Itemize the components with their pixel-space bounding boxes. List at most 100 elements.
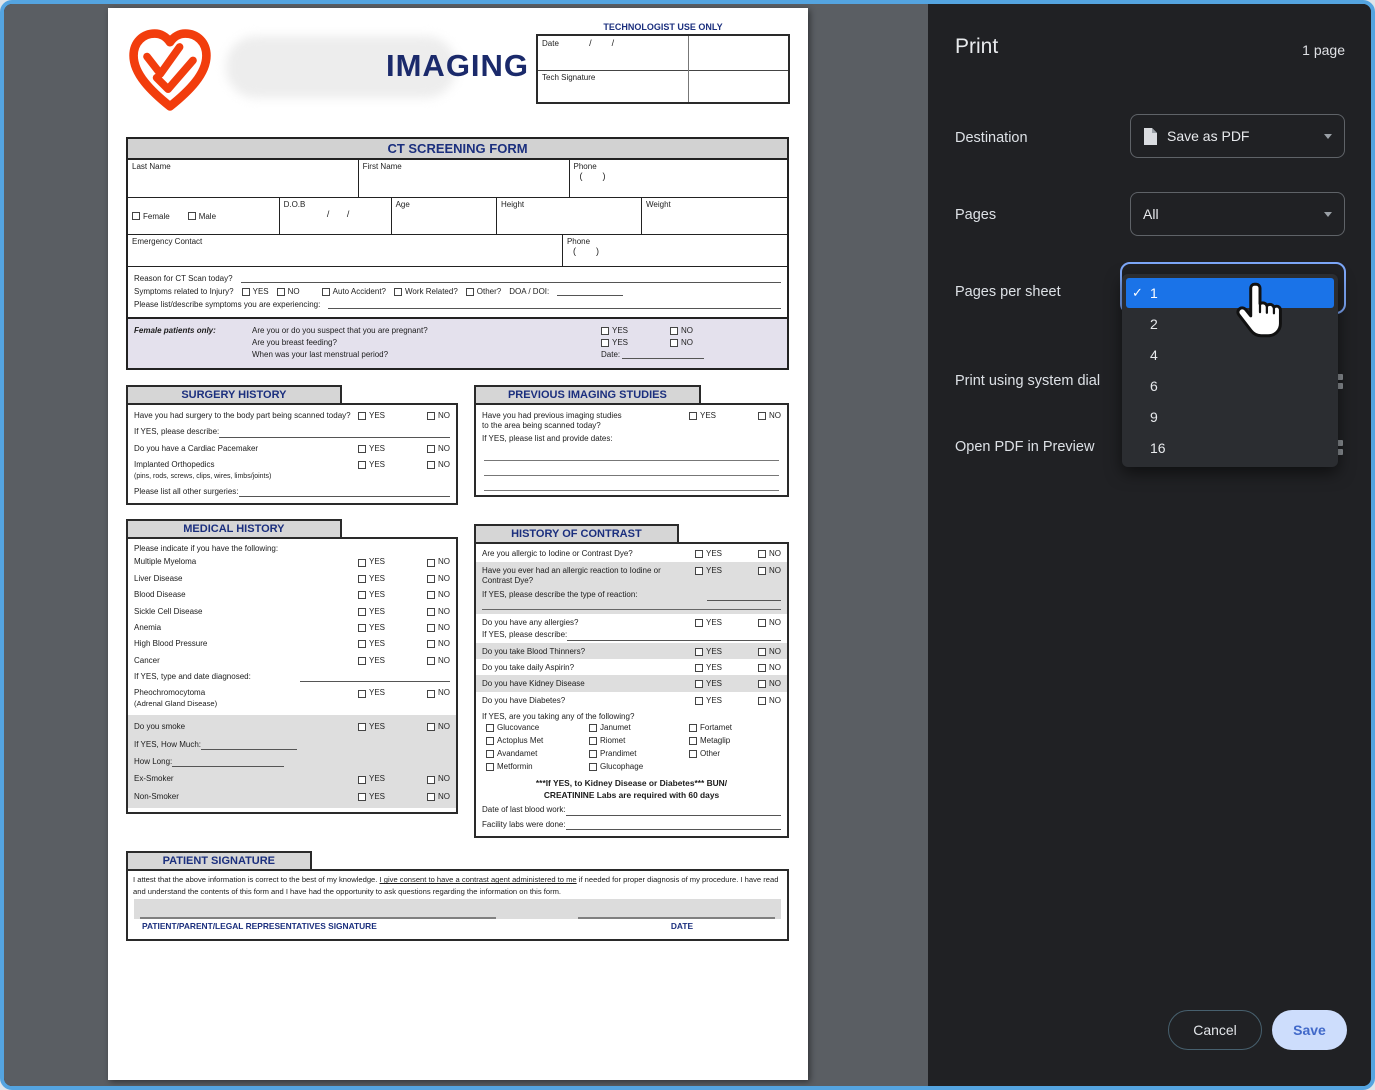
checkbox-label: YES [700,411,716,421]
checkbox-yes: YES [358,607,385,617]
yes-no-checkboxes: YES NO [358,574,450,584]
checkbox-icon [670,327,678,335]
emergency-contact-field: Emergency Contact [132,237,558,246]
print-dialog: Print 1 page Destination Save as PDF Pag… [928,4,1371,1086]
checkbox-icon [358,559,366,567]
checkbox-label: NO [438,774,450,784]
checkbox-label: YES [612,326,628,335]
describe-label: If YES, please describe: [134,427,219,437]
checkbox-icon [758,680,766,688]
checkbox-label: NO [438,574,450,584]
system-dialog-label: Print using system dial [955,373,1100,389]
checkbox-no: NO [670,338,693,347]
blank-line [707,593,781,601]
checkbox-label: YES [706,696,722,706]
condition-label: Anemia [134,623,358,633]
medical-history-title: MEDICAL HISTORY [126,519,342,537]
checkbox-label: NO [769,549,781,559]
checkbox-yes: YES [601,338,628,347]
checkbox-no: NO [427,722,450,732]
previous-imaging-title: PREVIOUS IMAGING STUDIES [474,385,701,403]
medication-label: Avandamet [497,749,537,758]
checkbox-icon [758,697,766,705]
menu-option-1[interactable]: ✓1 [1126,278,1334,308]
checkbox-icon [358,793,366,801]
yes-no-checkboxes: YES NO [695,566,781,576]
phone-parentheses: ( ) [580,171,783,181]
checkbox-icon [486,750,494,758]
labs-warning-line2: CREATININE Labs are required with 60 day… [476,789,787,801]
checkbox-label: NO [288,287,300,296]
checkbox-icon [589,724,597,732]
menu-option-4[interactable]: 4 [1122,339,1338,370]
launch-icon[interactable] [1337,374,1345,390]
checkbox-icon [358,461,366,469]
cancel-button[interactable]: Cancel [1168,1010,1262,1050]
checkbox-no: NO [427,792,450,802]
yes-no-checkboxes: YESNO [358,774,450,784]
checkbox-yes: YES [695,618,722,628]
checkbox-icon [695,648,703,656]
medications-intro: If YES, are you taking any of the follow… [476,708,787,722]
menu-option-label: 16 [1150,440,1166,456]
checkbox-label: YES [369,590,385,600]
menu-option-9[interactable]: 9 [1122,401,1338,432]
destination-value: Save as PDF [1167,128,1249,144]
signature-lines [134,899,781,919]
checkbox-no: NO [758,663,781,673]
checkbox-icon [695,680,703,688]
yes-no-checkboxes: YES NO [695,647,781,657]
checkbox-yes: YES [689,411,716,421]
checkbox-label: NO [438,688,450,698]
pacemaker-question: Do you have a Cardiac Pacemaker [134,444,358,454]
dob-slashes: / / [290,209,387,219]
destination-label: Destination [955,130,1028,146]
checkbox-icon [486,737,494,745]
checkbox-yes: YES [695,566,722,576]
smoking-subsection: Do you smokeYESNO If YES, How Much: How … [128,715,456,808]
menu-option-2[interactable]: 2 [1122,308,1338,339]
checkbox-no: NO [758,411,781,421]
condition-label: Liver Disease [134,574,358,584]
pages-select[interactable]: All [1130,192,1345,236]
female-only-title: Female patients only: [134,326,252,335]
divider [688,36,689,102]
checkbox-label: Work Related? [405,287,458,296]
menu-option-label: 9 [1150,409,1158,425]
phone-parentheses: ( ) [573,246,783,256]
checkbox-icon [758,412,766,420]
destination-select[interactable]: Save as PDF [1130,114,1345,158]
age-field: Age [396,200,492,209]
checkbox-label: NO [769,647,781,657]
checkbox-label: NO [438,722,450,732]
how-long-label: How Long: [134,757,172,767]
yes-no-checkboxes: YES NO [601,338,693,347]
checkbox-no: NO [758,618,781,628]
yes-no-checkboxes: YESNO [358,557,450,567]
medical-history-section: MEDICAL HISTORY Please indicate if you h… [126,519,458,814]
checkbox-label: YES [369,574,385,584]
save-button[interactable]: Save [1272,1010,1347,1050]
checkbox-label: NO [438,411,450,421]
checkbox-label: NO [769,566,781,576]
checkbox-icon [427,412,435,420]
form-header: IMAGING TECHNOLOGIST USE ONLY Date / / T… [108,8,808,129]
checkbox-yes: YES [695,647,722,657]
medical-history-row: CancerYESNO [128,652,456,668]
checkbox-label: YES [369,607,385,617]
emergency-phone-field: Phone [567,237,783,246]
checkbox-icon [358,445,366,453]
checkbox-female: Female [132,212,170,221]
medical-history-row: Sickle Cell DiseaseYESNO [128,603,456,619]
checkbox-label: NO [438,623,450,633]
menu-option-16[interactable]: 16 [1122,432,1338,463]
yes-no-checkboxes: YESNO [358,722,450,732]
medication-label: Other [700,749,720,758]
checkbox-icon [358,640,366,648]
checkbox-icon [758,550,766,558]
launch-icon[interactable] [1337,440,1345,456]
checkbox-label: NO [438,590,450,600]
chevron-down-icon [1324,212,1332,217]
checkbox-icon [358,723,366,731]
menu-option-6[interactable]: 6 [1122,370,1338,401]
